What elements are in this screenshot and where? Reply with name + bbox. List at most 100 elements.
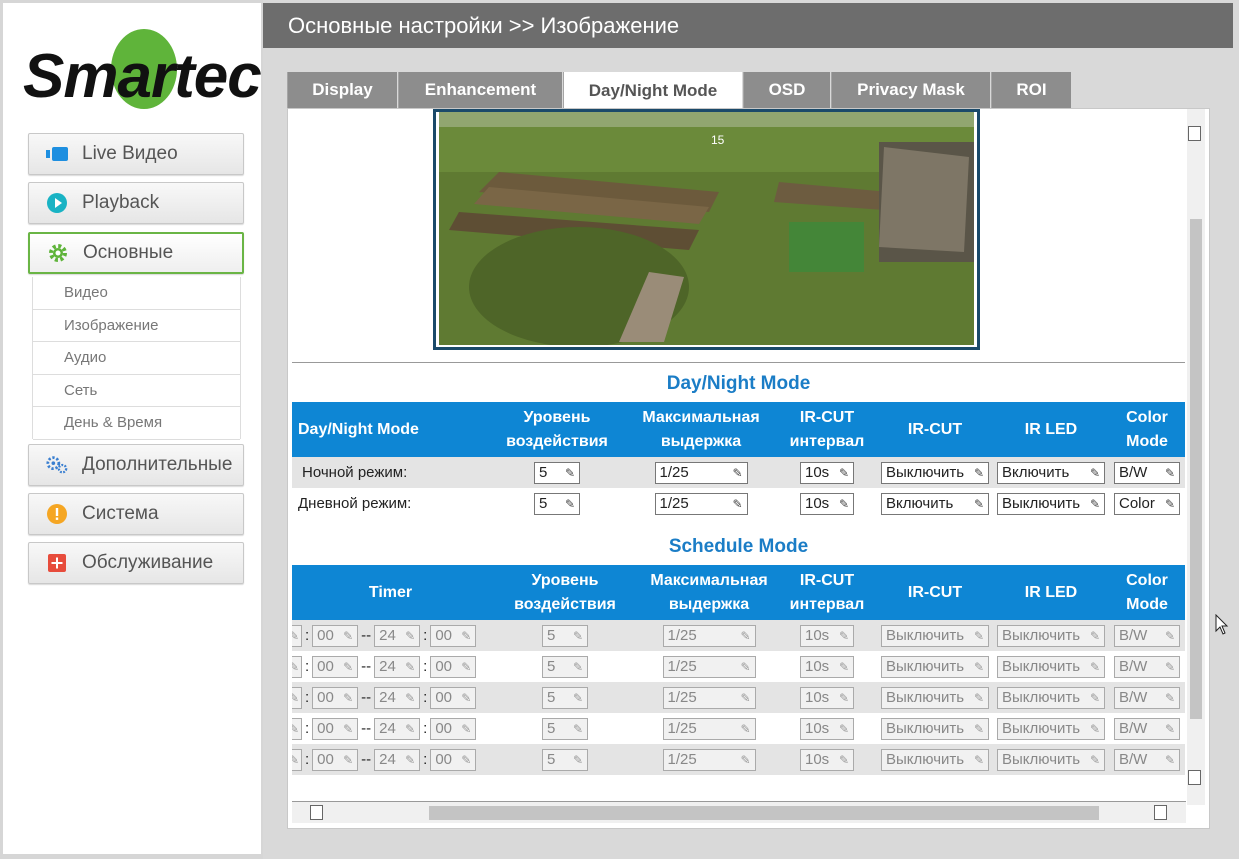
timer-end-minute-field[interactable]: 00 ✎ xyxy=(430,717,477,740)
tab-privacy-mask[interactable]: Privacy Mask xyxy=(831,72,990,108)
schedule-interval-field[interactable]: 10s ✎ xyxy=(800,717,854,740)
night-color-field[interactable]: B/W ✎ xyxy=(1114,461,1180,484)
schedule-irled-field[interactable]: Выключить ✎ xyxy=(997,748,1105,771)
nav-maintenance-label: Обслуживание xyxy=(82,552,214,573)
edit-icon: ✎ xyxy=(973,752,984,767)
horizontal-scrollbar[interactable] xyxy=(292,801,1186,823)
tab-osd[interactable]: OSD xyxy=(743,72,830,108)
tab-roi[interactable]: ROI xyxy=(991,72,1071,108)
schedule-interval-field[interactable]: 10s ✎ xyxy=(800,624,854,647)
timer-start-hour-field[interactable]: ✎ xyxy=(292,686,302,709)
schedule-irled-field[interactable]: Выключить ✎ xyxy=(997,655,1105,678)
edit-icon: ✎ xyxy=(838,659,849,674)
nav-advanced-button[interactable]: Дополнительные xyxy=(28,444,244,486)
schedule-interval-field[interactable]: 10s ✎ xyxy=(800,748,854,771)
timer-start-hour-field[interactable]: ✎ xyxy=(292,655,302,678)
schedule-interval-field[interactable]: 10s ✎ xyxy=(800,655,854,678)
schedule-shutter-field[interactable]: 1/25 ✎ xyxy=(662,624,756,647)
col-header-timer: Timer xyxy=(292,565,489,620)
timer-start-minute-field[interactable]: 00 ✎ xyxy=(312,717,359,740)
timer-end-hour-field[interactable]: 24 ✎ xyxy=(374,624,421,647)
day-color-field[interactable]: Color ✎ xyxy=(1114,492,1180,515)
submenu-item-video[interactable]: Видео xyxy=(33,277,240,310)
schedule-shutter-field[interactable]: 1/25 ✎ xyxy=(662,686,756,709)
nav-live-video-button[interactable]: Live Видео xyxy=(28,133,244,175)
edit-icon: ✎ xyxy=(973,628,984,643)
nav-playback-button[interactable]: Playback xyxy=(28,182,244,224)
schedule-level-field[interactable]: 5 ✎ xyxy=(542,686,588,709)
schedule-color-field[interactable]: B/W ✎ xyxy=(1114,655,1180,678)
night-interval-field[interactable]: 10s ✎ xyxy=(800,461,854,484)
vertical-scrollbar-thumb[interactable] xyxy=(1190,219,1202,719)
schedule-irled-field[interactable]: Выключить ✎ xyxy=(997,717,1105,740)
nav-basic-button[interactable]: Основные xyxy=(28,232,244,274)
edit-icon: ✎ xyxy=(973,496,984,511)
vertical-scrollbar[interactable] xyxy=(1187,109,1205,805)
scroll-right-button[interactable] xyxy=(1154,805,1167,820)
day-shutter-field[interactable]: 1/25 ✎ xyxy=(654,492,748,515)
submenu-item-datetime[interactable]: День & Время xyxy=(33,407,240,440)
schedule-color-field[interactable]: B/W ✎ xyxy=(1114,748,1180,771)
schedule-color-field[interactable]: B/W ✎ xyxy=(1114,717,1180,740)
schedule-ircut-field[interactable]: Выключить ✎ xyxy=(881,748,989,771)
timer-dash: -- xyxy=(361,689,372,706)
edit-icon: ✎ xyxy=(1089,496,1100,511)
night-level-field[interactable]: 5 ✎ xyxy=(534,461,580,484)
night-ircut-field[interactable]: Выключить ✎ xyxy=(881,461,989,484)
horizontal-scrollbar-thumb[interactable] xyxy=(429,806,1099,820)
schedule-shutter-field[interactable]: 1/25 ✎ xyxy=(662,655,756,678)
schedule-level-field[interactable]: 5 ✎ xyxy=(542,748,588,771)
nav-maintenance-button[interactable]: Обслуживание xyxy=(28,542,244,584)
tab-day-night-mode[interactable]: Day/Night Mode xyxy=(563,72,742,110)
day-irled-field[interactable]: Выключить ✎ xyxy=(997,492,1105,515)
day-level-field[interactable]: 5 ✎ xyxy=(534,492,580,515)
timer-end-minute-field[interactable]: 00 ✎ xyxy=(430,655,477,678)
night-shutter-field[interactable]: 1/25 ✎ xyxy=(654,461,748,484)
schedule-level-field[interactable]: 5 ✎ xyxy=(542,655,588,678)
schedule-ircut-field[interactable]: Выключить ✎ xyxy=(881,624,989,647)
edit-icon: ✎ xyxy=(973,721,984,736)
tab-enhancement[interactable]: Enhancement xyxy=(398,72,562,108)
timer-end-minute-field[interactable]: 00 ✎ xyxy=(430,624,477,647)
schedule-ircut-field[interactable]: Выключить ✎ xyxy=(881,686,989,709)
day-interval-field[interactable]: 10s ✎ xyxy=(800,492,854,515)
schedule-level-field[interactable]: 5 ✎ xyxy=(542,624,588,647)
schedule-color-field[interactable]: B/W ✎ xyxy=(1114,686,1180,709)
night-irled-field[interactable]: Включить ✎ xyxy=(997,461,1105,484)
submenu-item-image[interactable]: Изображение xyxy=(33,310,240,342)
timer-start-hour-field[interactable]: ✎ xyxy=(292,624,302,647)
edit-icon: ✎ xyxy=(838,752,849,767)
timer-end-minute-field[interactable]: 00 ✎ xyxy=(430,748,477,771)
timer-end-hour-field[interactable]: 24 ✎ xyxy=(374,655,421,678)
timer-start-minute-field[interactable]: 00 ✎ xyxy=(312,748,359,771)
submenu-item-audio[interactable]: Аудио xyxy=(33,342,240,375)
schedule-irled-field[interactable]: Выключить ✎ xyxy=(997,624,1105,647)
timer-start-minute-field[interactable]: 00 ✎ xyxy=(312,655,359,678)
tab-display[interactable]: Display xyxy=(287,72,397,108)
scroll-down-button[interactable] xyxy=(1188,770,1201,785)
schedule-color-field[interactable]: B/W ✎ xyxy=(1114,624,1180,647)
schedule-ircut-field[interactable]: Выключить ✎ xyxy=(881,655,989,678)
day-ircut-field[interactable]: Включить ✎ xyxy=(881,492,989,515)
timer-start-minute-field[interactable]: 00 ✎ xyxy=(312,624,359,647)
timer-end-hour-field[interactable]: 24 ✎ xyxy=(374,748,421,771)
schedule-shutter-field[interactable]: 1/25 ✎ xyxy=(662,748,756,771)
schedule-irled-field[interactable]: Выключить ✎ xyxy=(997,686,1105,709)
edit-icon: ✎ xyxy=(343,690,354,705)
timer-start-minute-field[interactable]: 00 ✎ xyxy=(312,686,359,709)
timer-start-hour-field[interactable]: ✎ xyxy=(292,717,302,740)
nav-system-button[interactable]: Система xyxy=(28,493,244,535)
scroll-up-button[interactable] xyxy=(1188,126,1201,141)
timer-end-hour-field[interactable]: 24 ✎ xyxy=(374,717,421,740)
schedule-ircut-field[interactable]: Выключить ✎ xyxy=(881,717,989,740)
timer-colon: : xyxy=(305,627,310,644)
schedule-interval-field[interactable]: 10s ✎ xyxy=(800,686,854,709)
timer-end-hour-field[interactable]: 24 ✎ xyxy=(374,686,421,709)
timer-end-minute-field[interactable]: 00 ✎ xyxy=(430,686,477,709)
scroll-left-button[interactable] xyxy=(310,805,323,820)
schedule-shutter-field[interactable]: 1/25 ✎ xyxy=(662,717,756,740)
timer-start-hour-field[interactable]: ✎ xyxy=(292,748,302,771)
schedule-level-field[interactable]: 5 ✎ xyxy=(542,717,588,740)
submenu-item-network[interactable]: Сеть xyxy=(33,375,240,407)
day-night-header-row: Day/Night Mode Уровень воздействия Макси… xyxy=(292,402,1185,457)
